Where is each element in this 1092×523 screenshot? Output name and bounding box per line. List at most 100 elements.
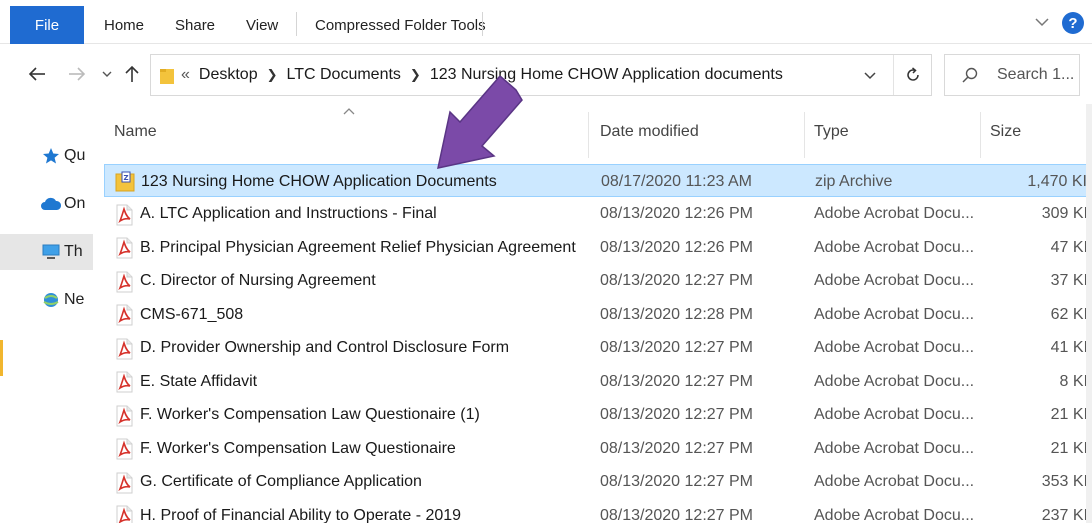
breadcrumb-overflow[interactable]: « [181, 66, 190, 84]
cloud-icon [40, 194, 62, 214]
file-row[interactable]: A. LTC Application and Instructions - Fi… [104, 198, 1088, 231]
pdf-icon [114, 371, 134, 393]
file-type: Adobe Acrobat Docu... [814, 205, 975, 222]
file-name: E. State Affidavit [140, 372, 258, 390]
file-size: 47 KI [1050, 238, 1088, 256]
nav-item-label: Th [64, 243, 83, 260]
file-name: C. Director of Nursing Agreement [140, 272, 376, 289]
file-size: 62 KI [1050, 305, 1088, 323]
network-icon [40, 290, 62, 310]
column-header-size[interactable]: Size [990, 118, 1021, 146]
star-icon [40, 146, 62, 166]
nav-item-onedrive[interactable]: On [0, 186, 93, 222]
folder-icon [160, 69, 174, 84]
breadcrumb-separator-icon[interactable]: ❯ [267, 67, 278, 83]
file-name: A. LTC Application and Instructions - Fi… [140, 205, 437, 222]
ribbon: File Home Share View Compressed Folder T… [0, 0, 1092, 44]
file-type: Adobe Acrobat Docu... [814, 473, 975, 490]
file-date-modified: 08/13/2020 12:27 PM [600, 473, 754, 490]
file-name: B. Principal Physician Agreement Relief … [140, 238, 576, 256]
file-date-modified: 08/17/2020 11:23 AM [601, 172, 752, 190]
file-row[interactable]: B. Principal Physician Agreement Relief … [104, 231, 1088, 264]
file-date-modified: 08/13/2020 12:27 PM [600, 339, 754, 356]
file-size: 21 KI [1050, 439, 1088, 457]
file-type: Adobe Acrobat Docu... [814, 506, 975, 523]
pdf-icon [114, 405, 134, 427]
file-row[interactable]: G. Certificate of Compliance Application… [104, 466, 1088, 499]
refresh-button[interactable] [893, 55, 931, 95]
file-row[interactable]: C. Director of Nursing Agreement 08/13/20… [104, 265, 1088, 298]
vertical-scrollbar[interactable] [1086, 104, 1092, 523]
tab-compressed-folder-tools[interactable]: Compressed Folder Tools [315, 6, 486, 44]
nav-item-quick-access[interactable]: Qu [0, 138, 93, 174]
file-size: 41 KI [1050, 339, 1088, 356]
column-header-type[interactable]: Type [814, 118, 849, 146]
pdf-icon [114, 237, 134, 259]
breadcrumb-ltc-documents[interactable]: LTC Documents [287, 66, 401, 84]
file-tab[interactable]: File [10, 6, 84, 44]
search-icon [962, 67, 978, 83]
column-separator[interactable] [980, 112, 981, 158]
file-type: zip Archive [815, 172, 893, 190]
file-row[interactable]: CMS-671_508 08/13/2020 12:28 PM Adobe Acro… [104, 298, 1088, 331]
tab-view[interactable]: View [246, 6, 278, 44]
file-type: Adobe Acrobat Docu... [814, 339, 975, 356]
pdf-icon [114, 204, 134, 226]
navigation-bar: « Desktop ❯ LTC Documents ❯ 123 Nursing … [0, 44, 1092, 104]
chevron-down-icon [102, 71, 112, 77]
file-name: CMS-671_508 [140, 305, 244, 323]
file-row[interactable]: F. Worker's Compensation Law Questionair… [104, 432, 1088, 465]
tab-share[interactable]: Share [175, 6, 215, 44]
file-date-modified: 08/13/2020 12:26 PM [600, 205, 754, 222]
back-button[interactable] [26, 62, 48, 86]
computer-icon [40, 242, 62, 262]
tab-home[interactable]: Home [104, 6, 144, 44]
help-icon[interactable]: ? [1062, 12, 1084, 34]
forward-button[interactable] [66, 62, 88, 86]
search-input[interactable]: Search 1... [997, 55, 1074, 95]
file-size: 37 KI [1050, 272, 1088, 289]
annotation-arrow-icon [437, 76, 523, 169]
file-type: Adobe Acrobat Docu... [814, 372, 975, 390]
file-row[interactable]: E. State Affidavit 08/13/2020 12:27 PM Ado… [104, 365, 1088, 398]
up-button[interactable] [122, 62, 142, 86]
address-dropdown-chevron-icon[interactable] [863, 69, 877, 83]
nav-item-label: Qu [64, 147, 86, 164]
file-name: F. Worker's Compensation Law Questionair… [140, 439, 456, 457]
expand-ribbon-chevron-icon[interactable] [1034, 14, 1050, 30]
column-separator[interactable] [804, 112, 805, 158]
navigation-pane: Qu On Th Ne [0, 104, 93, 523]
file-size: 309 KI [1041, 205, 1088, 222]
column-separator[interactable] [588, 112, 589, 158]
file-size: 21 KI [1050, 406, 1088, 423]
file-row[interactable]: F. Worker's Compensation Law Questionair… [104, 399, 1088, 432]
recent-locations-button[interactable] [100, 62, 114, 86]
file-name: G. Certificate of Compliance Application [140, 473, 422, 490]
file-type: Adobe Acrobat Docu... [814, 272, 975, 289]
address-bar[interactable]: « Desktop ❯ LTC Documents ❯ 123 Nursing … [150, 54, 932, 96]
file-row[interactable]: Z 123 Nursing Home CHOW Application Docum… [104, 164, 1088, 197]
nav-item-this-pc[interactable]: Th [0, 234, 93, 270]
nav-item-network[interactable]: Ne [0, 282, 93, 318]
file-size: 353 KI [1041, 473, 1088, 490]
file-date-modified: 08/13/2020 12:27 PM [600, 406, 754, 423]
file-type: Adobe Acrobat Docu... [814, 305, 975, 323]
back-arrow-icon [28, 67, 45, 81]
file-name: F. Worker's Compensation Law Questionair… [140, 406, 480, 423]
column-header-name[interactable]: Name [114, 118, 157, 146]
file-date-modified: 08/13/2020 12:27 PM [600, 506, 754, 523]
file-date-modified: 08/13/2020 12:27 PM [600, 439, 754, 457]
nav-item-label: Ne [64, 291, 85, 308]
pdf-icon [114, 271, 134, 293]
file-row[interactable]: D. Provider Ownership and Control Disclo… [104, 332, 1088, 365]
refresh-icon [906, 67, 919, 81]
pdf-icon [114, 304, 134, 326]
breadcrumb-desktop[interactable]: Desktop [199, 66, 258, 84]
column-header-date-modified[interactable]: Date modified [600, 118, 699, 146]
window-edge-accent [0, 340, 3, 376]
file-list: Name Date modified Type Size Z 123 Nursin… [100, 104, 1088, 523]
file-row[interactable]: H. Proof of Financial Ability to Operate… [104, 499, 1088, 523]
nav-item-label: On [64, 195, 86, 212]
file-date-modified: 08/13/2020 12:27 PM [600, 372, 754, 390]
search-box[interactable]: Search 1... [944, 54, 1080, 96]
